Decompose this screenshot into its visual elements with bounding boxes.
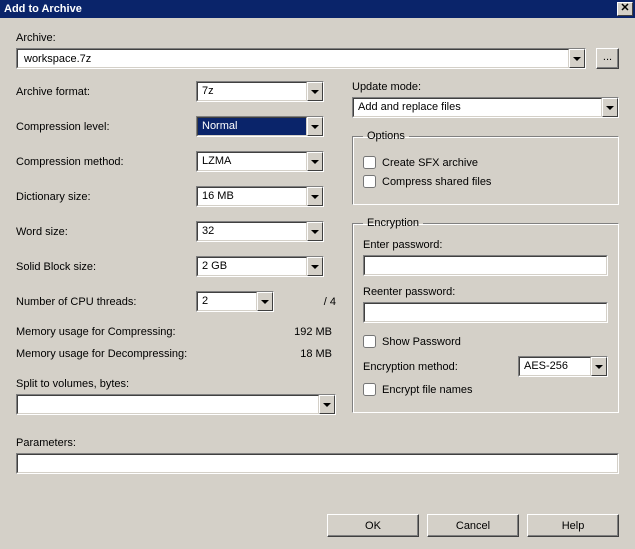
split-input[interactable] [22,398,314,412]
chevron-down-icon[interactable] [307,187,323,206]
word-value: 32 [197,222,307,241]
window-title: Add to Archive [4,3,82,15]
update-value: Add and replace files [353,98,602,117]
chevron-down-icon[interactable] [307,82,323,101]
repassword-field[interactable] [363,302,608,323]
threads-total: / 4 [286,296,336,308]
cancel-button[interactable]: Cancel [427,514,519,537]
block-label: Solid Block size: [16,261,196,273]
split-combo[interactable] [16,394,336,415]
repassword-label: Reenter password: [363,286,608,298]
password-field[interactable] [363,255,608,276]
password-input[interactable] [369,259,602,273]
level-combo[interactable]: Normal [196,116,324,137]
params-input[interactable] [22,457,613,471]
threads-label: Number of CPU threads: [16,296,196,308]
archive-combo[interactable] [16,48,586,69]
showpw-label: Show Password [382,336,461,348]
footer-buttons: OK Cancel Help [327,514,619,537]
level-label: Compression level: [16,121,196,133]
level-value: Normal [197,117,307,136]
password-label: Enter password: [363,239,608,251]
dict-combo[interactable]: 16 MB [196,186,324,207]
format-combo[interactable]: 7z [196,81,324,102]
encnames-label: Encrypt file names [382,384,472,396]
archive-label: Archive: [16,32,619,44]
threads-combo[interactable]: 2 [196,291,274,312]
encmethod-combo[interactable]: AES-256 [518,356,608,377]
word-label: Word size: [16,226,196,238]
block-value: 2 GB [197,257,307,276]
titlebar: Add to Archive ✕ [0,0,635,18]
params-label: Parameters: [16,437,619,449]
format-label: Archive format: [16,86,196,98]
method-value: LZMA [197,152,307,171]
sfx-label: Create SFX archive [382,157,478,169]
chevron-down-icon[interactable] [602,98,618,117]
right-column: Update mode: Add and replace files Optio… [352,81,619,425]
update-label: Update mode: [352,81,619,93]
format-value: 7z [197,82,307,101]
options-legend: Options [363,130,409,142]
chevron-down-icon[interactable] [569,49,585,68]
chevron-down-icon[interactable] [307,117,323,136]
params-field[interactable] [16,453,619,474]
ok-button[interactable]: OK [327,514,419,537]
chevron-down-icon[interactable] [307,257,323,276]
block-combo[interactable]: 2 GB [196,256,324,277]
encnames-checkbox[interactable] [363,383,376,396]
sfx-checkbox[interactable] [363,156,376,169]
dict-label: Dictionary size: [16,191,196,203]
left-column: Archive format: 7z Compression level: No… [16,81,336,425]
browse-button[interactable]: ... [596,48,619,69]
chevron-down-icon[interactable] [319,395,335,414]
dict-value: 16 MB [197,187,307,206]
archive-input[interactable] [22,52,564,66]
encmethod-value: AES-256 [519,357,591,376]
chevron-down-icon[interactable] [307,152,323,171]
shared-checkbox[interactable] [363,175,376,188]
chevron-down-icon[interactable] [257,292,273,311]
memc-label: Memory usage for Compressing: [16,326,176,338]
showpw-checkbox[interactable] [363,335,376,348]
threads-value: 2 [197,292,257,311]
method-label: Compression method: [16,156,196,168]
chevron-down-icon[interactable] [307,222,323,241]
memd-value: 18 MB [300,348,332,360]
encmethod-label: Encryption method: [363,361,510,373]
method-combo[interactable]: LZMA [196,151,324,172]
memd-label: Memory usage for Decompressing: [16,348,187,360]
repassword-input[interactable] [369,306,602,320]
dialog-content: Archive: ... Archive format: 7z Compress… [0,18,635,549]
chevron-down-icon[interactable] [591,357,607,376]
shared-label: Compress shared files [382,176,491,188]
word-combo[interactable]: 32 [196,221,324,242]
close-icon[interactable]: ✕ [617,2,633,16]
encryption-group: Encryption Enter password: Reenter passw… [352,217,619,413]
help-button[interactable]: Help [527,514,619,537]
split-label: Split to volumes, bytes: [16,378,336,390]
options-group: Options Create SFX archive Compress shar… [352,130,619,205]
memc-value: 192 MB [294,326,332,338]
update-combo[interactable]: Add and replace files [352,97,619,118]
encryption-legend: Encryption [363,217,423,229]
